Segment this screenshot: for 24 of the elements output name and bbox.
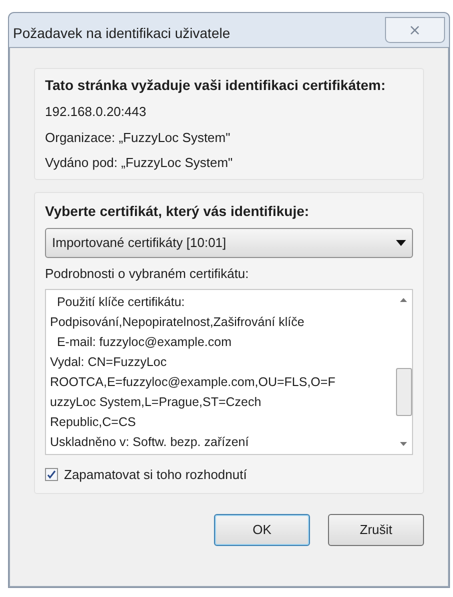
details-text: ROOTCA,E=fuzzyloc@example.com,OU=FLS,O=F <box>50 374 336 391</box>
details-text: E-mail: fuzzyloc@example.com <box>56 334 232 351</box>
scroll-up-arrow-icon[interactable] <box>400 298 407 302</box>
details-label: Podrobnosti o vybraném certifikátu: <box>45 264 250 283</box>
site-heading: Tato stránka vyžaduje vaši identifikaci certifikátem: <box>45 76 387 95</box>
scrollbar-thumb[interactable] <box>396 368 412 416</box>
certificate-heading: Vyberte certifikát, který vás identifikuje: <box>45 202 310 221</box>
dialog-button[interactable]: OK <box>214 514 310 546</box>
details-text: Republic,C=CS <box>50 414 137 431</box>
remember-label: Zapamatovat si toho rozhodnutí <box>64 466 247 484</box>
details-text: Podpisování,Nepopiratelnost,Zašifrování klíče <box>50 314 306 331</box>
details-text: Uskladněno v: Softw. bezp. zařízení <box>50 434 250 451</box>
dialog-button[interactable]: Zrušit <box>328 514 424 546</box>
remember-checkbox[interactable] <box>45 468 58 482</box>
site-info-text: Vydáno pod: „FuzzyLoc System" <box>45 154 234 172</box>
site-info-text: 192.168.0.20:443 <box>45 103 148 121</box>
dropdown-arrow-icon <box>396 240 406 246</box>
details-text: Použití klíče certifikátu: <box>56 294 186 311</box>
window-title: Požadavek na identifikaci uživatele <box>13 24 230 42</box>
details-text: Vydal: CN=FuzzyLoc <box>50 354 168 371</box>
site-info-text: Organizace: „FuzzyLoc System" <box>45 128 232 147</box>
certificate-select[interactable]: Importované certifikáty [10:01] <box>45 228 413 258</box>
scroll-down-arrow-icon[interactable] <box>400 442 407 446</box>
details-text: uzzyLoc System,L=Prague,ST=Czech <box>50 394 262 411</box>
